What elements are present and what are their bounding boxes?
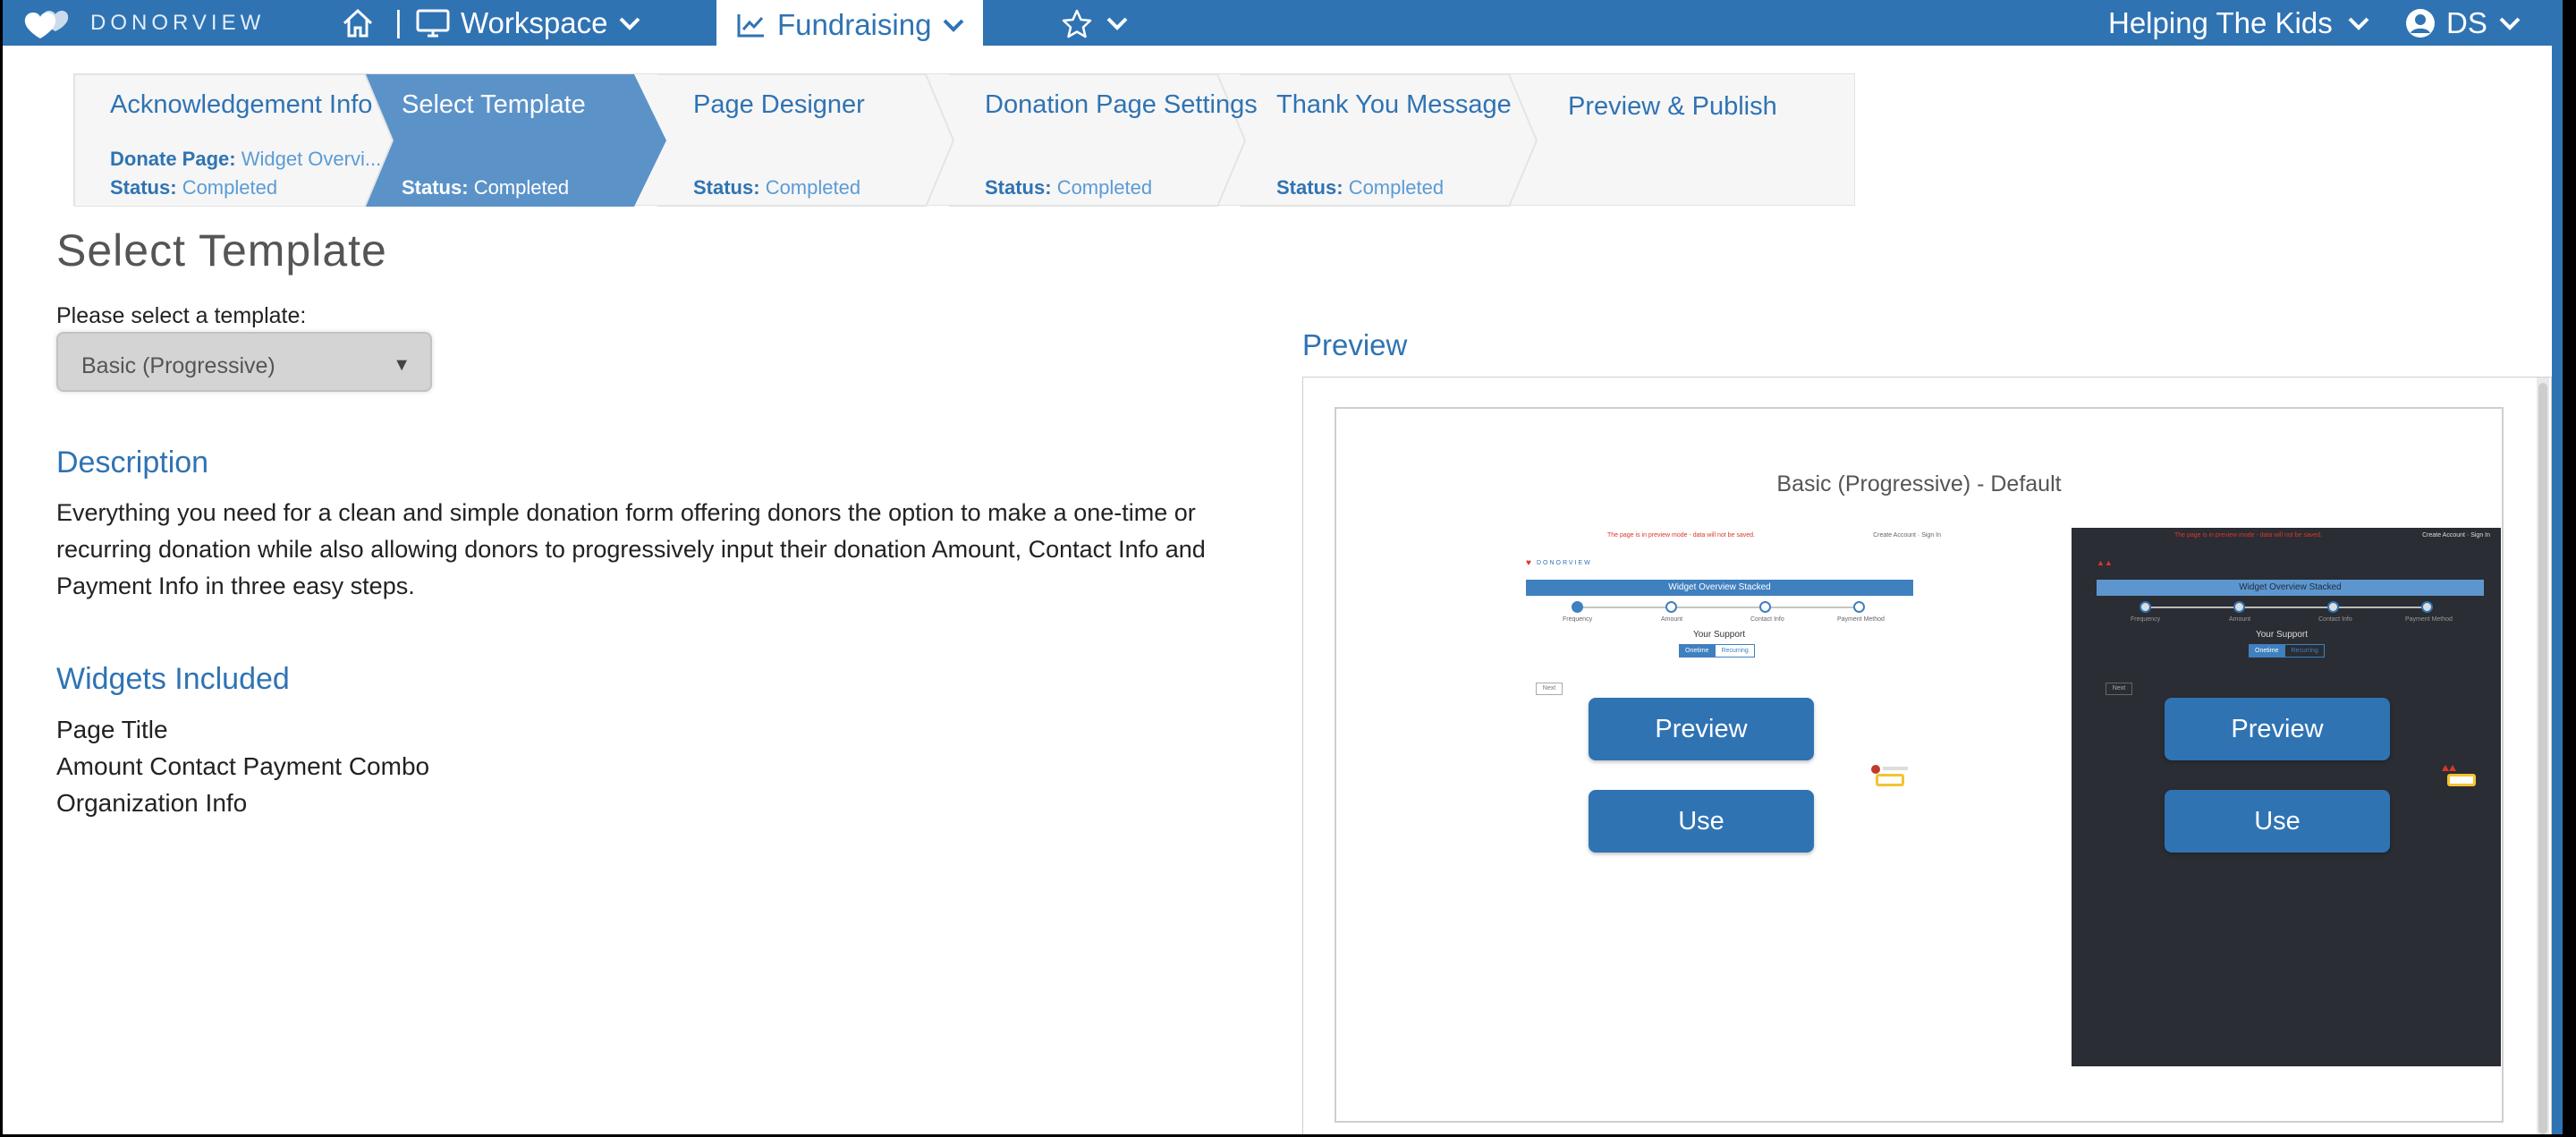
thumb-step-label: Payment Method — [1837, 616, 1885, 623]
home-icon — [343, 8, 373, 37]
thumb-step-label: Frequency — [1563, 616, 1593, 623]
step-title: Thank You Message — [1276, 90, 1512, 119]
step-title: Donation Page Settings — [985, 90, 1258, 119]
thumb-next-button: Next — [1536, 683, 1563, 695]
list-item: Amount Contact Payment Combo — [56, 752, 430, 780]
thumb-next-button: Next — [2106, 683, 2132, 695]
thumb-frequency-toggle: Onetime Recurring — [1679, 644, 1755, 658]
template-select-label: Please select a template: — [56, 303, 307, 328]
step-status: Status: Completed — [1276, 176, 1445, 199]
heart-logo-icon — [24, 10, 69, 38]
template-select-value: Basic (Progressive) — [81, 353, 275, 378]
thumb-step-label: Contact Info — [1750, 616, 1784, 623]
org-switcher[interactable]: Helping The Kids — [2108, 0, 2370, 46]
nav-favorites[interactable] — [1061, 0, 1129, 46]
thumb-step-dot — [1572, 601, 1583, 613]
step-page-designer[interactable]: Page Designer Status: Completed — [657, 74, 991, 207]
preview-dark-button[interactable]: Preview — [2165, 698, 2390, 760]
step-title: Acknowledgement Info — [110, 90, 373, 119]
thumb-step-label: Payment Method — [2405, 616, 2453, 623]
thumb-widget-title: Widget Overview Stacked — [2097, 580, 2484, 596]
thumb-logo: ♥ DONORVIEW — [1526, 558, 1592, 568]
monitor-icon — [416, 9, 450, 37]
template-select[interactable]: Basic (Progressive) ▼ — [56, 332, 432, 392]
list-item: Page Title — [56, 716, 168, 743]
thumb-support-label: Your Support — [1692, 630, 1745, 640]
chevron-down-icon — [2499, 17, 2521, 30]
step-title: Select Template — [402, 90, 586, 119]
user-initials: DS — [2446, 5, 2487, 39]
list-item: Organization Info — [56, 789, 248, 817]
app-window: DONORVIEW | Workspace Fundraising Helpin… — [3, 0, 2563, 1134]
thumb-step-dot — [2140, 601, 2151, 613]
nav-workspace[interactable]: Workspace — [416, 0, 641, 46]
star-icon — [1062, 9, 1092, 38]
use-light-button[interactable]: Use — [1589, 790, 1814, 853]
chevron-down-icon — [620, 17, 640, 30]
thumb-norton-badge-icon — [2442, 765, 2476, 786]
nav-fundraising[interactable]: Fundraising — [716, 0, 983, 50]
thumb-step-dot — [1853, 601, 1865, 613]
description-heading: Description — [56, 445, 209, 479]
thumb-preview-notice: The page is in preview mode - data will … — [1607, 532, 1755, 539]
step-status: Status: Completed — [985, 176, 1153, 199]
thumb-step-dot — [2233, 601, 2245, 613]
thumb-support-label: Your Support — [2255, 630, 2308, 640]
thumb-widget-title: Widget Overview Stacked — [1526, 580, 1913, 596]
thumb-step-label: Contact Info — [2318, 616, 2352, 623]
template-card-title: Basic (Progressive) - Default — [1776, 471, 2062, 496]
page-title: Select Template — [56, 225, 387, 276]
step-acknowledgement-info[interactable]: Acknowledgement Info Donate Page: Widget… — [74, 74, 408, 207]
step-status: Status: Completed — [110, 176, 278, 199]
thumb-frequency-toggle: Onetime Recurring — [2249, 644, 2325, 658]
nav-fundraising-label: Fundraising — [777, 8, 932, 41]
template-card: Basic (Progressive) - Default The page i… — [1335, 407, 2504, 1123]
step-page-line: Donate Page: Widget Overvi... — [110, 148, 382, 170]
step-donation-page-settings[interactable]: Donation Page Settings Status: Completed — [949, 74, 1283, 207]
chevron-down-icon — [1106, 17, 1128, 30]
nav-separator: | — [394, 5, 402, 39]
thumb-logo-icon: ▲▲ — [2097, 558, 2113, 567]
step-title: Preview & Publish — [1568, 92, 1777, 121]
org-name: Helping The Kids — [2108, 5, 2333, 39]
thumb-account-links: Create Account · Sign In — [1873, 532, 1941, 539]
thumb-account-links: Create Account · Sign In — [2422, 532, 2490, 539]
thumb-step-dot — [1665, 601, 1677, 613]
chevron-down-icon — [944, 19, 964, 32]
thumb-norton-badge-icon — [1871, 765, 1908, 786]
chevron-down-icon — [2348, 17, 2369, 30]
wizard-steps: Acknowledgement Info Donate Page: Widget… — [73, 73, 1855, 207]
step-preview-publish[interactable]: Preview & Publish — [1532, 74, 1866, 207]
thumb-step-dot — [2327, 601, 2339, 613]
step-status: Status: Completed — [402, 176, 570, 199]
thumb-step-dot — [1759, 601, 1771, 613]
preview-heading: Preview — [1302, 328, 1408, 361]
caret-down-icon: ▼ — [393, 355, 411, 375]
widgets-list: Page Title Amount Contact Payment Combo … — [56, 711, 429, 821]
use-dark-button[interactable]: Use — [2165, 790, 2390, 853]
top-navbar: DONORVIEW | Workspace Fundraising Helpin… — [3, 0, 2563, 50]
widgets-heading: Widgets Included — [56, 662, 290, 696]
step-status: Status: Completed — [693, 176, 861, 199]
thumb-step-label: Amount — [2229, 616, 2251, 623]
preview-scrollbar[interactable] — [2537, 378, 2549, 1134]
nav-workspace-label: Workspace — [461, 5, 608, 39]
preview-light-button[interactable]: Preview — [1589, 698, 1814, 760]
thumb-step-label: Frequency — [2131, 616, 2161, 623]
home-button[interactable] — [341, 0, 375, 46]
thumb-step-dot — [2421, 601, 2433, 613]
thumb-step-label: Amount — [1661, 616, 1683, 623]
chart-line-icon — [737, 14, 764, 38]
user-circle-icon — [2406, 8, 2435, 38]
thumb-preview-notice: The page is in preview mode - data will … — [2174, 532, 2322, 539]
brand-logo[interactable]: DONORVIEW — [22, 0, 265, 46]
window-scrollbar[interactable] — [2552, 46, 2563, 1134]
logo-text: DONORVIEW — [90, 10, 266, 35]
description-text: Everything you need for a clean and simp… — [56, 499, 1206, 599]
step-select-template[interactable]: Select Template Status: Completed — [366, 74, 699, 207]
step-title: Page Designer — [693, 90, 865, 119]
user-menu[interactable]: DS — [2405, 0, 2521, 46]
step-thank-you-message[interactable]: Thank You Message Status: Completed — [1241, 74, 1574, 207]
